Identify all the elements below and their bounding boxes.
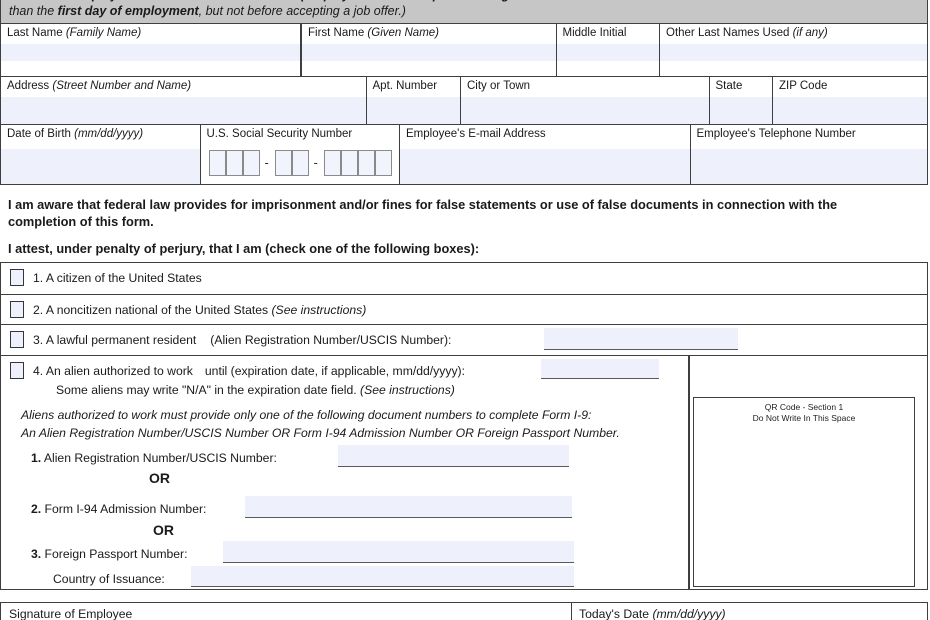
option-box-noncitizen: 2. A noncitizen national of the United S… [0, 294, 928, 326]
dob-label: Date of Birth (mm/dd/yyyy) [7, 128, 143, 140]
alien-registration-number-input[interactable] [338, 445, 569, 467]
ssn-digit-box[interactable] [209, 150, 226, 176]
address-input[interactable] [1, 97, 366, 125]
country-of-issuance-input[interactable] [191, 566, 574, 587]
foreign-passport-number-input[interactable] [223, 541, 574, 563]
ssn-digit-box[interactable] [243, 150, 260, 176]
middle-initial-input[interactable] [557, 44, 660, 61]
attest-instruction: I attest, under penalty of perjury, that… [8, 240, 888, 257]
state-label: State [716, 80, 743, 92]
other-last-names-label: Other Last Names Used (if any) [666, 27, 828, 39]
zip-cell: ZIP Code [772, 76, 928, 126]
email-cell: Employee's E-mail Address [399, 124, 691, 185]
option-box-lpr: 3. A lawful permanent resident(Alien Reg… [0, 324, 928, 356]
ssn-cell: U.S. Social Security Number - - [200, 124, 401, 185]
state-cell: State [709, 76, 774, 126]
ssn-digit-box[interactable] [275, 150, 292, 176]
option-box-citizen: 1. A citizen of the United States [0, 262, 928, 295]
other-last-names-input[interactable] [660, 44, 927, 61]
ssn-label: U.S. Social Security Number [207, 128, 353, 140]
qr-box-subtitle: Do Not Write In This Space [694, 413, 914, 424]
phone-label: Employee's Telephone Number [697, 128, 856, 140]
lpr-label: 3. A lawful permanent resident(Alien Reg… [33, 333, 451, 347]
doc2-label: 2. Form I-94 Admission Number: [31, 502, 206, 516]
noncitizen-checkbox[interactable] [10, 301, 24, 318]
other-last-names-cell: Other Last Names Used (if any) [659, 23, 928, 77]
zip-label: ZIP Code [779, 80, 827, 92]
section1-title-italic: (Employees must complete and sign Sectio… [300, 0, 692, 2]
middle-initial-cell: Middle Initial [556, 23, 661, 77]
ssn-digit-box[interactable] [375, 150, 392, 176]
todays-date-label: Today's Date (mm/dd/yyyy) [579, 607, 726, 620]
alien-authorized-checkbox[interactable] [10, 362, 24, 379]
federal-law-warning: I am aware that federal law provides for… [8, 196, 888, 230]
citizen-checkbox[interactable] [10, 269, 24, 286]
noncitizen-label: 2. A noncitizen national of the United S… [33, 303, 366, 317]
citizen-label: 1. A citizen of the United States [33, 271, 202, 285]
lpr-checkbox[interactable] [10, 331, 24, 348]
ssn-digit-box[interactable] [341, 150, 358, 176]
first-name-input[interactable] [302, 44, 556, 61]
first-name-label: First Name (Given Name) [308, 27, 439, 39]
doc3-label: 3. Foreign Passport Number: [31, 547, 187, 561]
ssn-digit-box[interactable] [226, 150, 243, 176]
lpr-uscis-number-input[interactable] [544, 328, 738, 350]
ssn-dash: - [314, 155, 318, 170]
alien-authorized-label: 4. An alien authorized to workuntil (exp… [33, 364, 465, 378]
section1-title-clipped: Section 1. Employee Information and Atte… [9, 0, 693, 2]
ssn-dash: - [265, 155, 269, 170]
apt-number-cell: Apt. Number [366, 76, 462, 126]
city-input[interactable] [461, 97, 709, 125]
apt-number-input[interactable] [367, 97, 461, 125]
city-label: City or Town [467, 80, 530, 92]
aliens-note-line1: Aliens authorized to work must provide o… [21, 408, 591, 422]
qr-box-title: QR Code - Section 1 [694, 402, 914, 413]
form-i94-admission-number-input[interactable] [245, 496, 572, 518]
or-separator-2: OR [153, 522, 174, 538]
last-name-cell: Last Name (Family Name) [0, 23, 301, 77]
signature-row: Signature of Employee Today's Date (mm/d… [0, 602, 928, 620]
section1-header-band: Section 1. Employee Information and Atte… [0, 0, 928, 23]
dob-input[interactable] [1, 149, 200, 184]
ssn-digit-box[interactable] [324, 150, 341, 176]
address-cell: Address (Street Number and Name) [0, 76, 367, 126]
section1-title-bold: Section 1. Employee Information and Atte… [9, 0, 300, 2]
signature-row-divider [571, 603, 572, 620]
i9-form-section1: Section 1. Employee Information and Atte… [0, 0, 930, 620]
country-of-issuance-label: Country of Issuance: [53, 572, 165, 586]
address-label: Address (Street Number and Name) [7, 80, 191, 92]
qr-compartment-divider [688, 356, 690, 589]
email-label: Employee's E-mail Address [406, 128, 546, 140]
qr-code-box: QR Code - Section 1 Do Not Write In This… [693, 397, 915, 587]
dob-cell: Date of Birth (mm/dd/yyyy) [0, 124, 201, 185]
email-input[interactable] [400, 149, 690, 184]
phone-cell: Employee's Telephone Number [690, 124, 929, 185]
aliens-note-line2: An Alien Registration Number/USCIS Numbe… [21, 426, 620, 440]
alien-expiration-date-input[interactable] [541, 359, 659, 379]
signature-of-employee-label: Signature of Employee [9, 607, 132, 620]
ssn-digit-box[interactable] [292, 150, 309, 176]
middle-initial-label: Middle Initial [563, 27, 627, 39]
apt-number-label: Apt. Number [373, 80, 438, 92]
state-select[interactable] [710, 97, 773, 125]
first-name-cell: First Name (Given Name) [301, 23, 557, 77]
phone-input[interactable] [691, 149, 928, 184]
alien-na-note: Some aliens may write "N/A" in the expir… [56, 383, 455, 397]
doc1-label: 1. Alien Registration Number/USCIS Numbe… [31, 451, 277, 465]
city-cell: City or Town [460, 76, 710, 126]
last-name-label: Last Name (Family Name) [7, 27, 141, 39]
ssn-digit-box[interactable] [358, 150, 375, 176]
or-separator-1: OR [149, 470, 170, 486]
last-name-input[interactable] [1, 44, 300, 61]
zip-input[interactable] [773, 97, 927, 125]
section1-instruction-line: than the first day of employment, but no… [9, 4, 406, 18]
